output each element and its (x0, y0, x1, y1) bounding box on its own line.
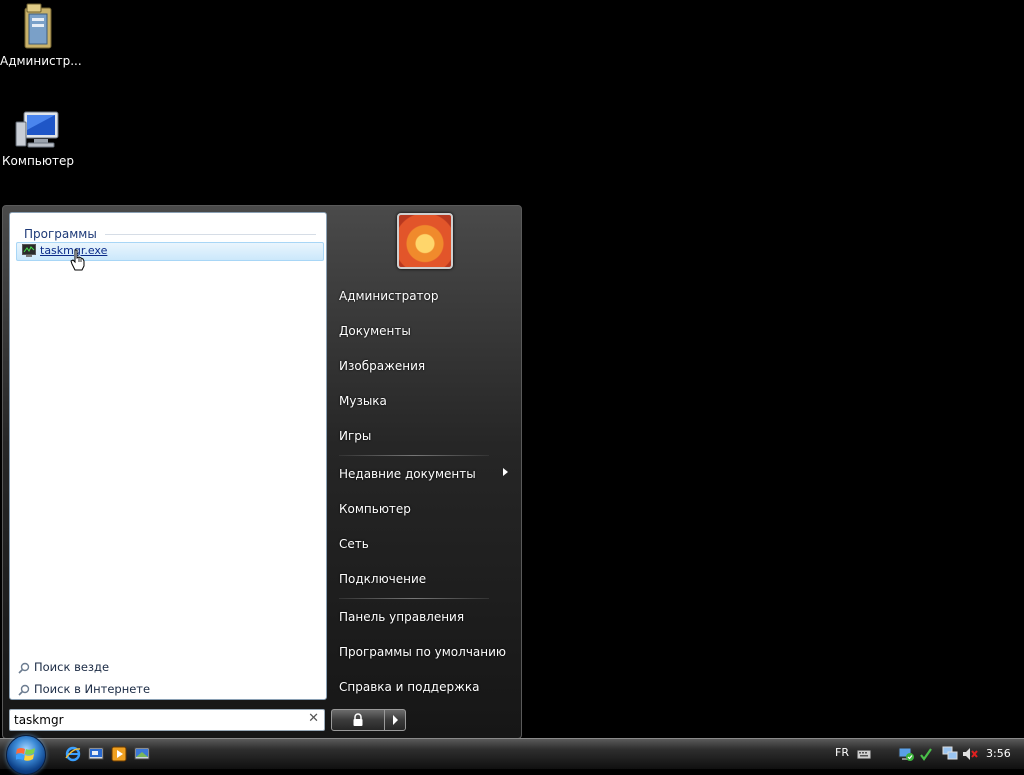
computer-icon (15, 111, 59, 148)
right-item-games[interactable]: Игры (339, 429, 371, 443)
right-item-computer[interactable]: Компьютер (339, 502, 411, 516)
right-item-administrator[interactable]: Администратор (339, 289, 439, 303)
clock[interactable]: 3:56 (986, 747, 1011, 760)
user-picture[interactable] (397, 213, 453, 269)
right-item-help-support[interactable]: Справка и поддержка (339, 680, 480, 694)
power-options-arrow-button[interactable] (384, 709, 406, 731)
start-search-box: ✕ (9, 709, 325, 731)
volume-muted-icon[interactable] (962, 746, 978, 762)
search-results-pane: Программы taskmgr.exe Поиск везде Поиск … (9, 212, 327, 700)
right-item-default-programs[interactable]: Программы по умолчанию (339, 645, 506, 659)
media-player-icon[interactable] (111, 746, 127, 762)
network-icon[interactable] (942, 746, 958, 762)
lock-icon (353, 713, 363, 726)
right-item-network[interactable]: Сеть (339, 537, 369, 551)
right-item-connect-to[interactable]: Подключение (339, 572, 426, 586)
desktop-icon-label: Администр... (0, 54, 82, 68)
start-menu: Программы taskmgr.exe Поиск везде Поиск … (2, 205, 522, 739)
clear-search-icon[interactable]: ✕ (308, 711, 319, 726)
show-desktop-icon[interactable] (88, 746, 104, 762)
checkmark-icon[interactable] (920, 746, 932, 762)
security-center-icon[interactable] (898, 746, 914, 762)
task-manager-icon (22, 244, 36, 257)
desktop-icon-computer[interactable]: Компьютер (0, 108, 76, 168)
right-pane-separator (339, 598, 489, 599)
lock-button[interactable] (331, 709, 385, 731)
internet-explorer-icon[interactable] (65, 746, 81, 762)
search-everywhere-label: Поиск везде (34, 660, 110, 674)
submenu-arrow-icon (503, 468, 508, 476)
hand-cursor-icon (70, 249, 85, 271)
right-item-control-panel[interactable]: Панель управления (339, 610, 464, 624)
language-indicator[interactable]: FR (835, 746, 849, 759)
power-buttons (331, 709, 406, 731)
user-folder-icon (24, 3, 52, 49)
windows-logo-icon (16, 748, 35, 761)
switch-windows-icon[interactable] (134, 746, 150, 762)
search-result-taskmgr[interactable]: taskmgr.exe (16, 242, 324, 261)
right-item-music[interactable]: Музыка (339, 394, 387, 408)
programs-group-header: Программы (24, 227, 97, 241)
search-everywhere-link[interactable]: Поиск везде (18, 660, 109, 674)
desktop-icon-label: Компьютер (2, 154, 74, 168)
start-search-input[interactable] (14, 712, 294, 727)
keyboard-icon[interactable] (857, 750, 871, 759)
right-pane-separator (339, 455, 489, 456)
start-button[interactable] (6, 735, 46, 775)
chevron-right-icon (393, 715, 398, 725)
search-icon (18, 662, 30, 674)
right-item-pictures[interactable]: Изображения (339, 359, 425, 373)
group-separator (105, 234, 316, 235)
desktop-icon-administrator[interactable]: Администр... (0, 2, 82, 68)
taskbar: FR 3:56 (0, 735, 1024, 775)
right-item-recent-documents[interactable]: Недавние документы (339, 467, 476, 481)
right-item-documents[interactable]: Документы (339, 324, 411, 338)
search-internet-link[interactable]: Поиск в Интернете (18, 682, 150, 696)
search-icon (18, 684, 30, 696)
search-internet-label: Поиск в Интернете (34, 682, 151, 696)
